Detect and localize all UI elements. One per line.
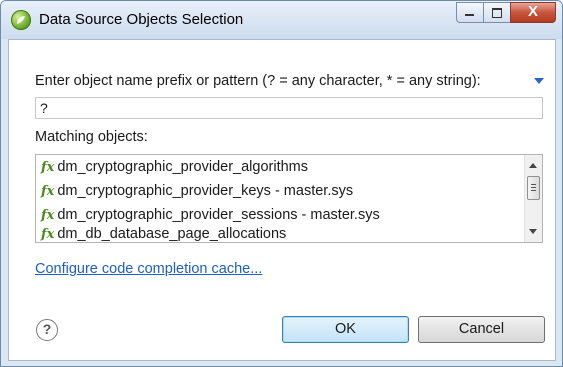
caption-buttons: X	[456, 2, 556, 23]
scroll-thumb[interactable]	[527, 176, 540, 200]
help-icon[interactable]: ?	[36, 319, 58, 341]
maximize-icon	[492, 8, 502, 18]
scroll-up-arrow-icon[interactable]	[529, 163, 537, 168]
dialog-window: Data Source Objects Selection X Enter ob…	[0, 0, 563, 367]
title-bar[interactable]: Data Source Objects Selection X	[1, 1, 562, 39]
scroll-down-arrow-icon[interactable]	[529, 229, 537, 234]
grip-line	[531, 190, 536, 191]
list-scrollbar[interactable]	[524, 155, 542, 242]
function-icon: fx	[41, 160, 55, 175]
function-icon: fx	[41, 208, 55, 223]
matching-objects-list[interactable]: fx dm_cryptographic_provider_algorithms f…	[35, 154, 543, 243]
configure-cache-link[interactable]: Configure code completion cache...	[35, 261, 262, 277]
ok-button[interactable]: OK	[282, 316, 409, 343]
list-item-label: dm_cryptographic_provider_algorithms	[57, 159, 308, 175]
maximize-button[interactable]	[483, 2, 511, 23]
cancel-button[interactable]: Cancel	[418, 316, 545, 343]
list-item-label: dm_db_database_page_allocations	[57, 226, 287, 242]
list-item[interactable]: fx dm_cryptographic_provider_algorithms	[36, 155, 524, 179]
pattern-input[interactable]	[35, 97, 543, 119]
list-item[interactable]: fx dm_db_database_page_allocations	[36, 222, 524, 242]
function-icon: fx	[41, 227, 55, 242]
minimize-button[interactable]	[456, 2, 484, 23]
list-item[interactable]: fx dm_cryptographic_provider_keys - maste…	[36, 179, 524, 203]
dialog-body: Enter object name prefix or pattern (? =…	[8, 39, 556, 361]
close-icon: X	[527, 3, 538, 20]
list-item-label: dm_cryptographic_provider_keys - master.…	[57, 183, 354, 199]
matching-objects-label: Matching objects:	[35, 129, 148, 145]
grip-line	[531, 184, 536, 185]
close-button[interactable]: X	[510, 2, 556, 23]
window-title: Data Source Objects Selection	[39, 11, 244, 28]
app-logo-icon	[11, 10, 31, 30]
list-item-label: dm_cryptographic_provider_sessions - mas…	[57, 207, 380, 223]
function-icon: fx	[41, 184, 55, 199]
minimize-icon	[465, 14, 474, 16]
grip-line	[531, 187, 536, 188]
history-dropdown-icon[interactable]	[534, 78, 544, 84]
pattern-prompt-label: Enter object name prefix or pattern (? =…	[35, 73, 481, 89]
